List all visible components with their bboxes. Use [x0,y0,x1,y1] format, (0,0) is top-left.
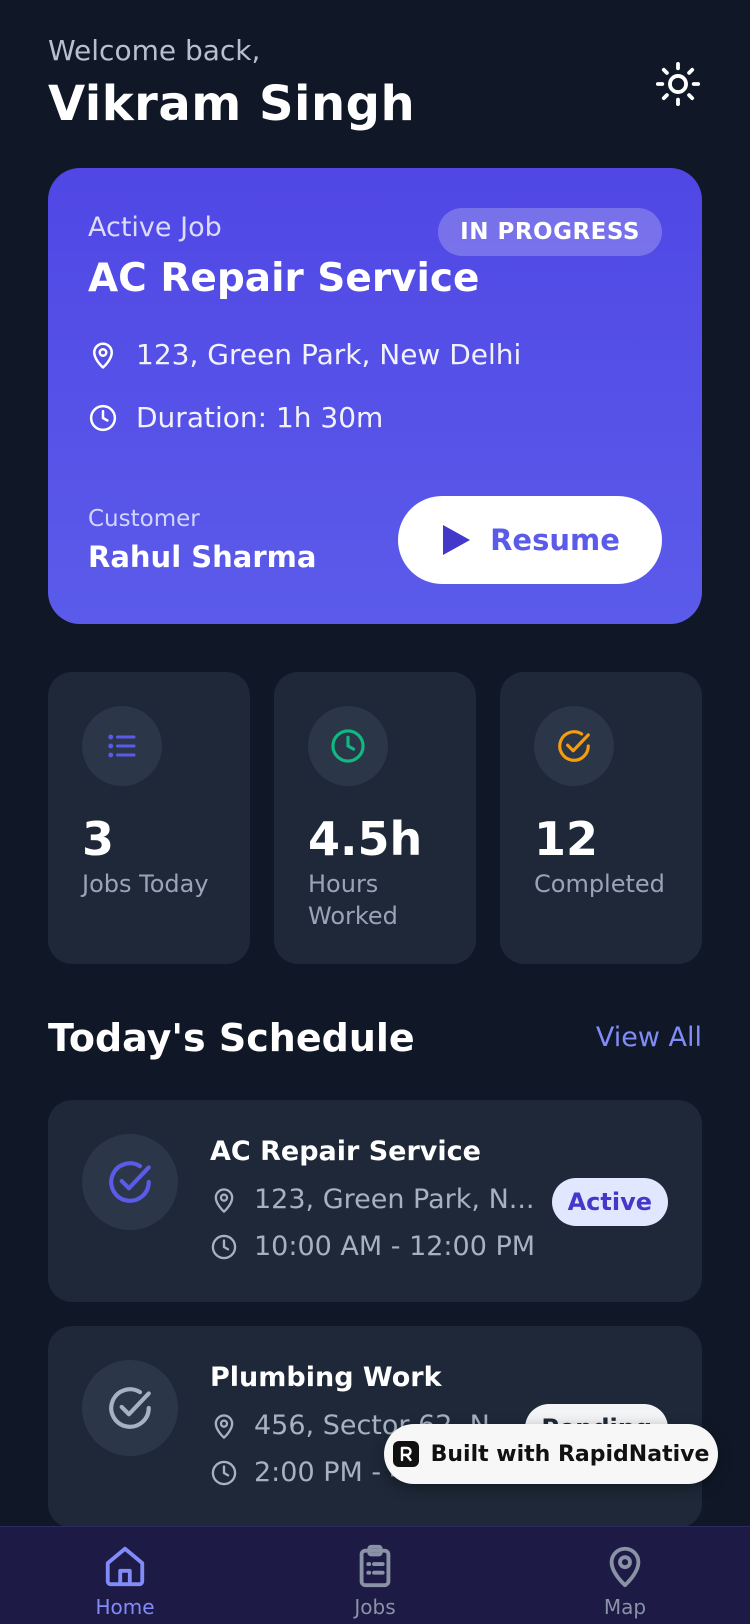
stat-value: 3 [82,812,115,866]
rapidnative-logo-icon [392,1441,419,1467]
clock-icon [211,1234,237,1259]
map-pin-icon [609,1546,641,1588]
map-pin-icon [214,1187,234,1213]
nav-item-home[interactable]: Home [45,1543,205,1624]
check-circle-icon [109,1161,151,1203]
clock-icon [331,729,365,763]
nav-item-map[interactable]: Map [545,1543,705,1624]
schedule-icon-wrap [82,1134,178,1230]
status-badge: IN PROGRESS [438,208,662,256]
clock-icon [89,404,117,431]
stat-label: Jobs Today [82,870,209,898]
schedule-icon-wrap [82,1360,178,1456]
theme-toggle-button[interactable] [652,58,704,110]
stat-value: 4.5h [308,812,423,866]
stat-card-completed: 12 Completed [500,672,702,964]
stat-card-jobs-today: 3 Jobs Today [48,672,250,964]
bottom-navigation: Home Jobs Map [0,1526,750,1624]
nav-item-jobs[interactable]: Jobs [295,1543,455,1624]
nav-label: Jobs [354,1595,396,1619]
check-circle-icon [558,730,590,762]
stat-icon-wrap [308,706,388,786]
active-job-card[interactable]: Active Job IN PROGRESS AC Repair Service… [48,168,702,624]
stat-label: Hours Worked [308,870,398,930]
stat-icon-wrap [534,706,614,786]
active-job-title: AC Repair Service [88,256,480,301]
schedule-title: Today's Schedule [48,1016,415,1060]
schedule-item-time-row: 10:00 AM - 12:00 PM [210,1231,535,1262]
sun-icon [655,61,701,107]
schedule-status-badge: Active [551,1178,668,1226]
active-job-address: 123, Green Park, New Delhi [136,338,522,371]
stat-label: Completed [534,870,665,898]
stat-value: 12 [534,812,599,866]
nav-label: Home [95,1595,155,1619]
customer-label: Customer [88,506,200,532]
view-all-link[interactable]: View All [596,1022,702,1053]
active-job-address-row: 123, Green Park, New Delhi [88,338,521,371]
resume-label: Resume [490,523,620,557]
schedule-item-address-row: 123, Green Park, N... [210,1184,535,1215]
resume-button[interactable]: Resume [398,496,662,584]
customer-name: Rahul Sharma [88,540,317,574]
active-job-duration-row: Duration: 1h 30m [88,401,383,434]
schedule-item-title: AC Repair Service [210,1136,481,1167]
map-pin-icon [93,342,113,369]
built-with-label: Built with RapidNative [430,1441,710,1467]
clipboard-icon [359,1544,391,1588]
schedule-item-title: Plumbing Work [210,1362,442,1393]
schedule-item-address: 123, Green Park, N... [254,1184,535,1215]
play-icon [443,525,471,555]
map-pin-icon [214,1413,234,1439]
schedule-item[interactable]: AC Repair Service 123, Green Park, N... … [48,1100,702,1302]
welcome-text: Welcome back, [48,34,261,67]
active-job-duration: Duration: 1h 30m [136,401,384,434]
stat-card-hours-worked: 4.5h Hours Worked [274,672,476,964]
user-name: Vikram Singh [48,76,416,132]
list-icon [108,734,136,758]
check-circle-icon [109,1387,151,1429]
built-with-badge[interactable]: Built with RapidNative [384,1424,718,1484]
home-icon [105,1546,145,1587]
schedule-item-time: 10:00 AM - 12:00 PM [254,1231,536,1262]
nav-label: Map [603,1595,647,1619]
stat-icon-wrap [82,706,162,786]
active-job-label: Active Job [88,212,222,243]
clock-icon [211,1460,237,1485]
